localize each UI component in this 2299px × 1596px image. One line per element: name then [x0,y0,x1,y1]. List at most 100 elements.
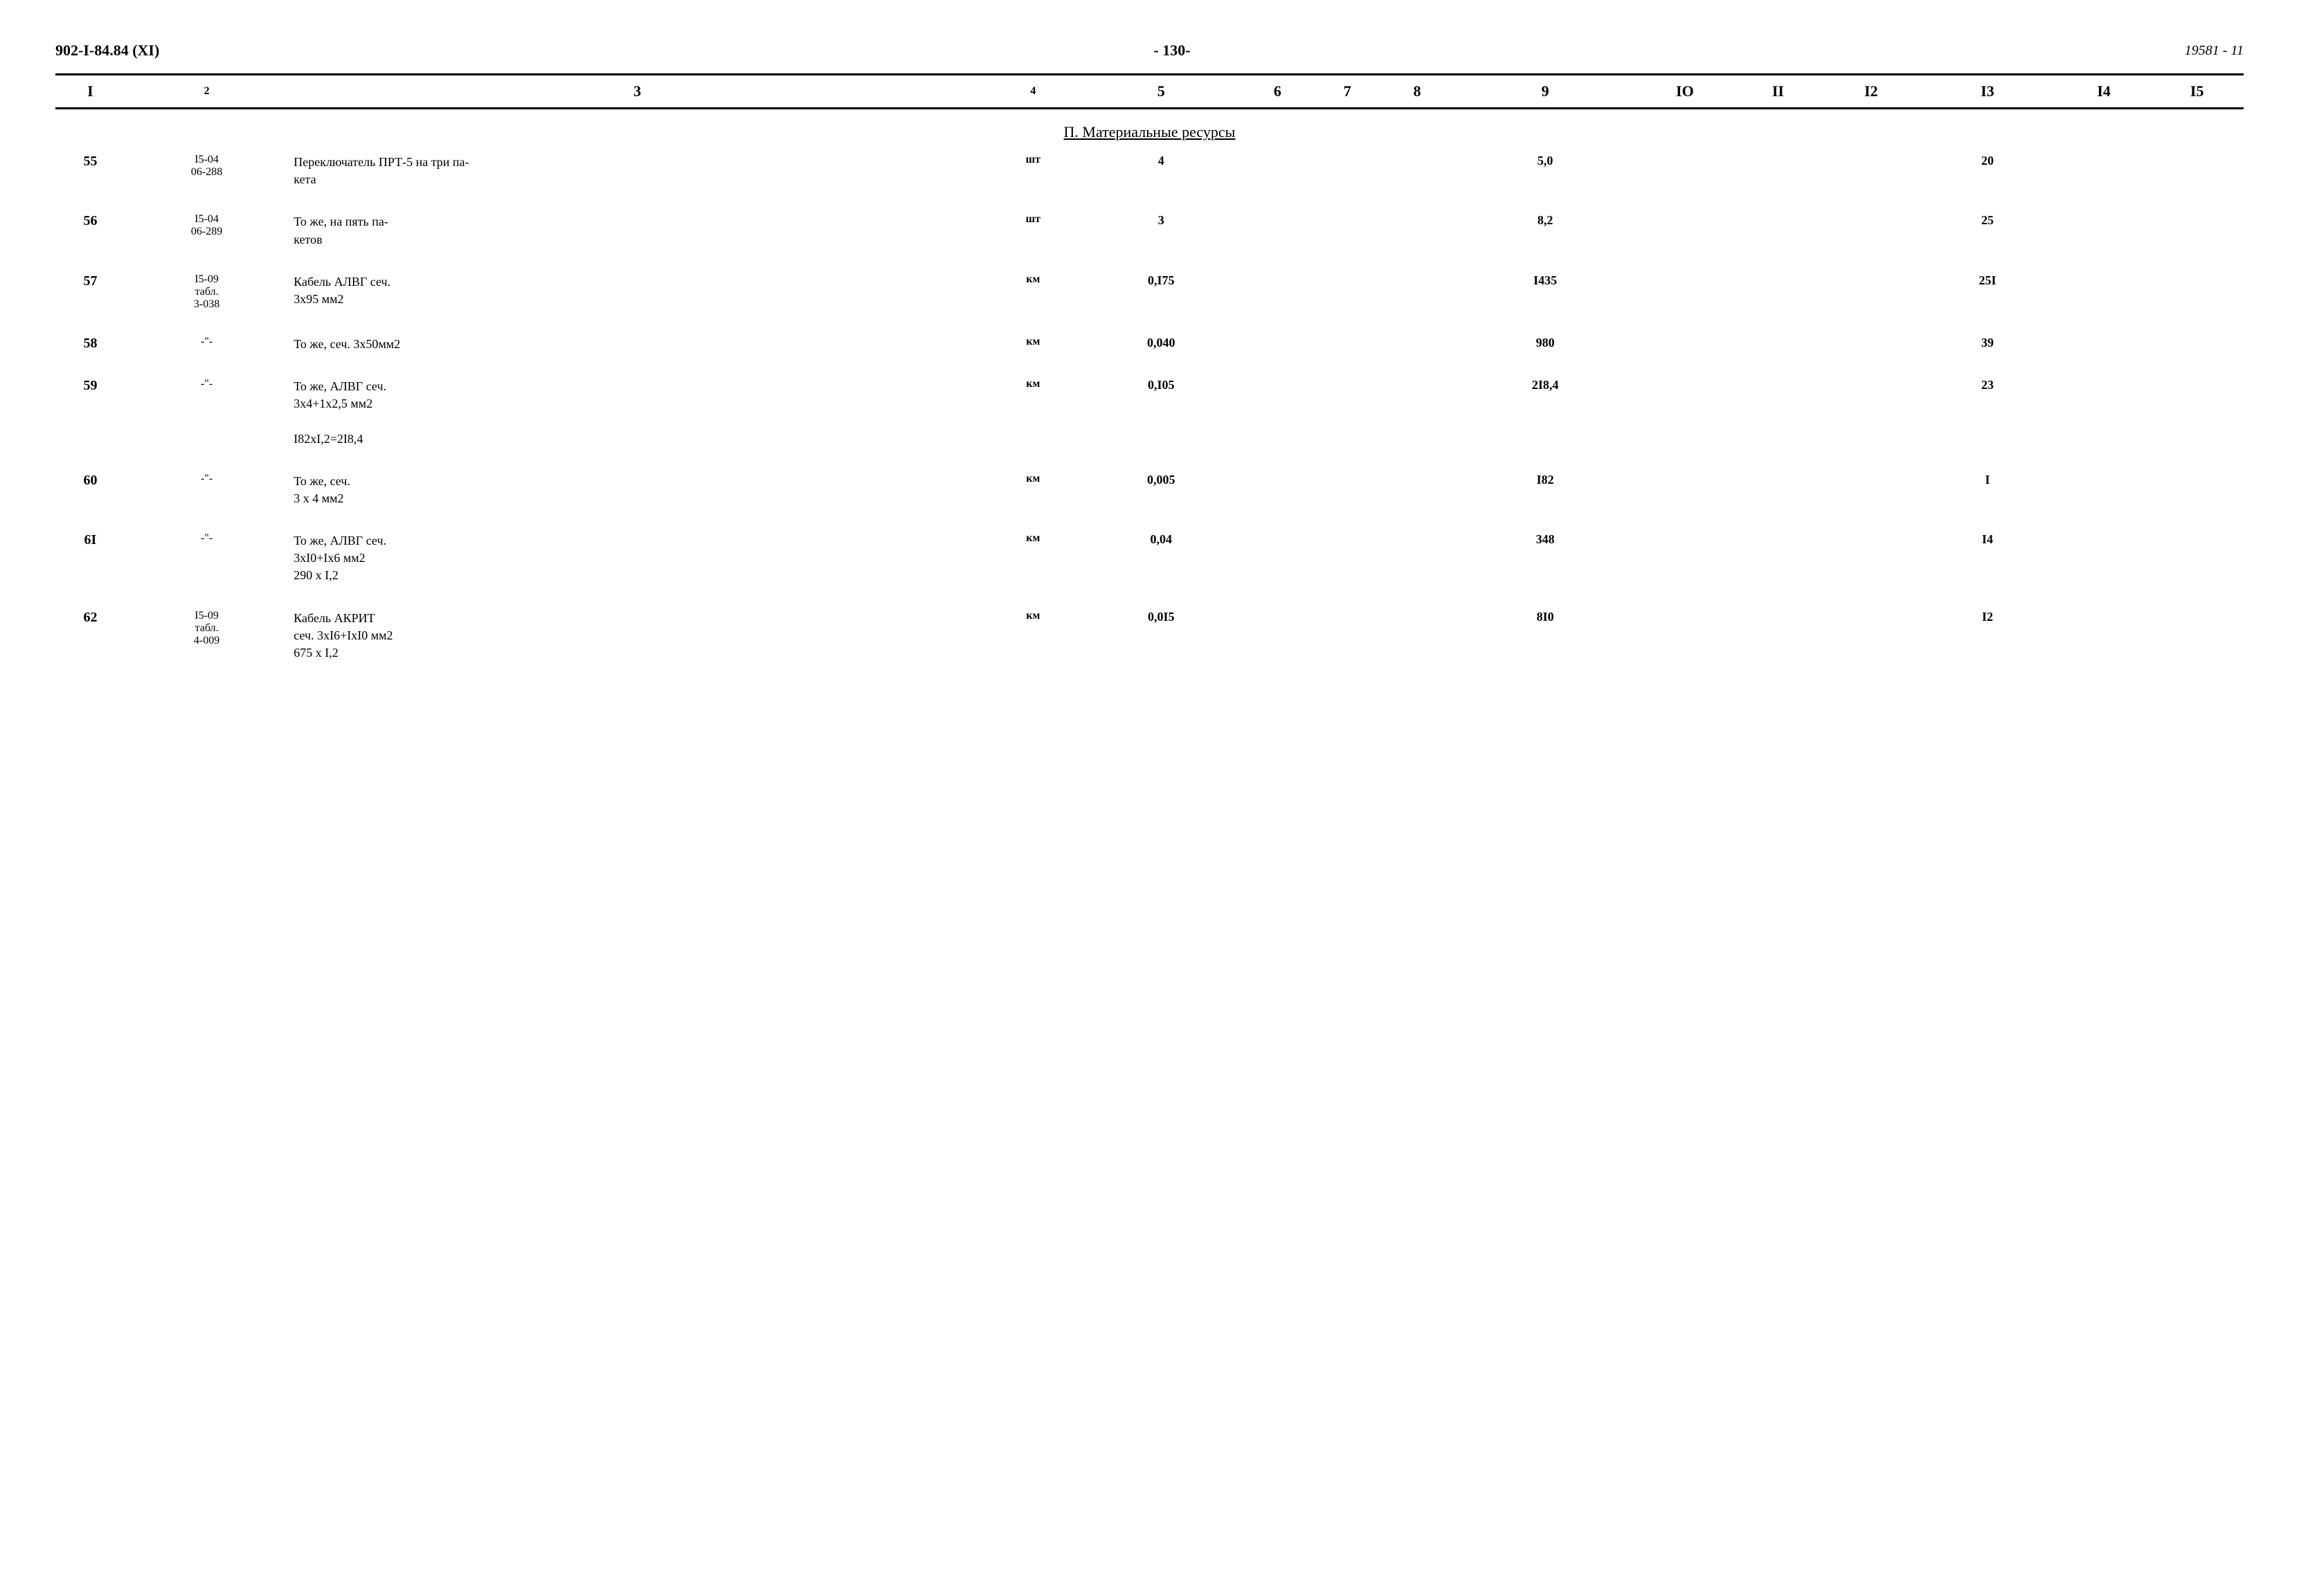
cell-col14 [2057,208,2151,253]
cell-num: 59 [55,372,125,453]
cell-col5: 4 [1080,148,1243,194]
cell-col9: 348 [1452,527,1639,590]
page-number: - 130- [1153,42,1190,60]
cell-col14 [2057,148,2151,194]
spacer-row [55,359,2244,372]
cell-col14 [2057,604,2151,668]
cell-col11 [1731,372,1825,453]
cell-col15 [2150,604,2244,668]
cell-col10 [1639,372,1732,453]
cell-col15 [2150,527,2244,590]
cell-code: -"- [125,330,288,359]
cell-col9: 5,0 [1452,148,1639,194]
cell-code: I5-0406-288 [125,148,288,194]
cell-col9: 8,2 [1452,208,1639,253]
cell-unit: км [986,467,1080,513]
col-header-5: 5 [1080,75,1243,109]
col-header-io: IO [1639,75,1732,109]
cell-col5: 0,0I5 [1080,604,1243,668]
cell-col9: 980 [1452,330,1639,359]
col-header-i3: I3 [1918,75,2057,109]
cell-col6 [1243,527,1313,590]
cell-num: 55 [55,148,125,194]
cell-col10 [1639,330,1732,359]
section-title: П. Материальные ресурсы [55,109,2244,149]
cell-col7 [1313,604,1382,668]
cell-col12 [1825,527,1918,590]
cell-col12 [1825,268,1918,316]
cell-col6 [1243,467,1313,513]
cell-col15 [2150,268,2244,316]
cell-col12 [1825,604,1918,668]
cell-col13: 25I [1918,268,2057,316]
cell-num: 6I [55,527,125,590]
cell-unit: км [986,372,1080,453]
cell-code: I5-09табл.3-038 [125,268,288,316]
cell-num: 58 [55,330,125,359]
cell-col12 [1825,208,1918,253]
cell-col7 [1313,330,1382,359]
cell-col8 [1382,372,1452,453]
cell-col12 [1825,467,1918,513]
cell-num: 57 [55,268,125,316]
cell-col13: 20 [1918,148,2057,194]
cell-col11 [1731,148,1825,194]
cell-col7 [1313,527,1382,590]
cell-unit: км [986,527,1080,590]
cell-code: -"- [125,527,288,590]
section-title-row: П. Материальные ресурсы [55,109,2244,149]
cell-col15 [2150,372,2244,453]
cell-col7 [1313,372,1382,453]
cell-col11 [1731,467,1825,513]
cell-col7 [1313,467,1382,513]
table-row: 6I-"-То же, АЛВГ сеч.3хI0+Iх6 мм2290 х I… [55,527,2244,590]
cell-col10 [1639,467,1732,513]
cell-description: То же, сеч. 3х50мм2 [288,330,986,359]
table-row: 62I5-09табл.4-009Кабель АКРИТсеч. 3хI6+I… [55,604,2244,668]
cell-col15 [2150,467,2244,513]
cell-code: -"- [125,467,288,513]
cell-col8 [1382,268,1452,316]
col-header-9: 9 [1452,75,1639,109]
cell-code: I5-09табл.4-009 [125,604,288,668]
cell-col6 [1243,148,1313,194]
col-header-i2: I2 [1825,75,1918,109]
cell-col8 [1382,330,1452,359]
cell-col14 [2057,467,2151,513]
cell-col14 [2057,268,2151,316]
cell-col5: 0,005 [1080,467,1243,513]
cell-col13: 23 [1918,372,2057,453]
table-row: 58-"-То же, сеч. 3х50мм2км0,04098039 [55,330,2244,359]
cell-num: 60 [55,467,125,513]
cell-num: 62 [55,604,125,668]
cell-col9: I435 [1452,268,1639,316]
cell-unit: км [986,604,1080,668]
col-header-i: I [55,75,125,109]
cell-col14 [2057,372,2151,453]
spacer-row [55,513,2244,527]
table-row: 59-"-То же, АЛВГ сеч.3х4+1х2,5 мм2I82хI,… [55,372,2244,453]
cell-col5: 0,I05 [1080,372,1243,453]
spacer-row [55,194,2244,208]
cell-col7 [1313,208,1382,253]
cell-col15 [2150,330,2244,359]
cell-col13: I2 [1918,604,2057,668]
table-row: 57I5-09табл.3-038Кабель АЛВГ сеч.3х95 мм… [55,268,2244,316]
cell-col8 [1382,604,1452,668]
document-number: 19581 - 11 [2185,43,2244,59]
cell-col7 [1313,268,1382,316]
col-header-6: 6 [1243,75,1313,109]
cell-unit: км [986,268,1080,316]
cell-description: То же, АЛВГ сеч.3хI0+Iх6 мм2290 х I,2 [288,527,986,590]
cell-col11 [1731,527,1825,590]
col-header-i5: I5 [2150,75,2244,109]
cell-description: Переключатель ПРТ-5 на три па-кета [288,148,986,194]
cell-col12 [1825,330,1918,359]
col-header-ii: II [1731,75,1825,109]
table-row: 55I5-0406-288Переключатель ПРТ-5 на три … [55,148,2244,194]
cell-col5: 0,I75 [1080,268,1243,316]
cell-col8 [1382,208,1452,253]
cell-col13: 25 [1918,208,2057,253]
cell-col5: 0,04 [1080,527,1243,590]
cell-unit: шт [986,208,1080,253]
